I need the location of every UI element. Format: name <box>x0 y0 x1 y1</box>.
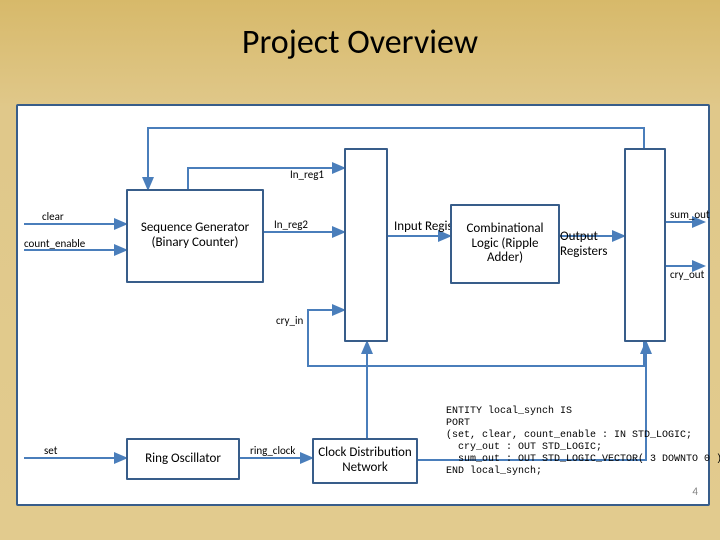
label-in-reg1: In_reg1 <box>290 168 324 181</box>
block-sequence-generator: Sequence Generator(Binary Counter) <box>126 189 264 283</box>
label-count-enable: count_enable <box>24 237 85 250</box>
label-cry-out: cry_out <box>670 268 704 281</box>
block-label: Sequence Generator(Binary Counter) <box>141 221 249 251</box>
block-label: Ring Oscillator <box>145 452 221 467</box>
page-number: 4 <box>692 485 698 498</box>
label-cry-in: cry_in <box>276 314 303 327</box>
label-clear: clear <box>42 210 64 223</box>
label-set: set <box>44 444 57 457</box>
page-title: Project Overview <box>0 22 720 63</box>
label-in-reg2: In_reg2 <box>274 218 308 231</box>
block-input-registers: Input Registers <box>344 148 388 342</box>
diagram-frame: Sequence Generator(Binary Counter) Input… <box>16 104 710 506</box>
block-output-registers: Output Registers <box>624 148 666 342</box>
block-combinational-logic: CombinationalLogic (RippleAdder) <box>450 204 560 284</box>
label-ring-clock: ring_clock <box>250 444 295 457</box>
block-label: Clock DistributionNetwork <box>318 446 412 476</box>
block-label: CombinationalLogic (RippleAdder) <box>466 222 543 267</box>
vhdl-code: ENTITY local_synch IS PORT (set, clear, … <box>446 406 720 478</box>
label-sum-out: sum_out <box>670 208 710 221</box>
block-ring-oscillator: Ring Oscillator <box>126 438 240 480</box>
block-label: Output Registers <box>560 230 624 260</box>
block-clock-distribution: Clock DistributionNetwork <box>312 438 418 484</box>
